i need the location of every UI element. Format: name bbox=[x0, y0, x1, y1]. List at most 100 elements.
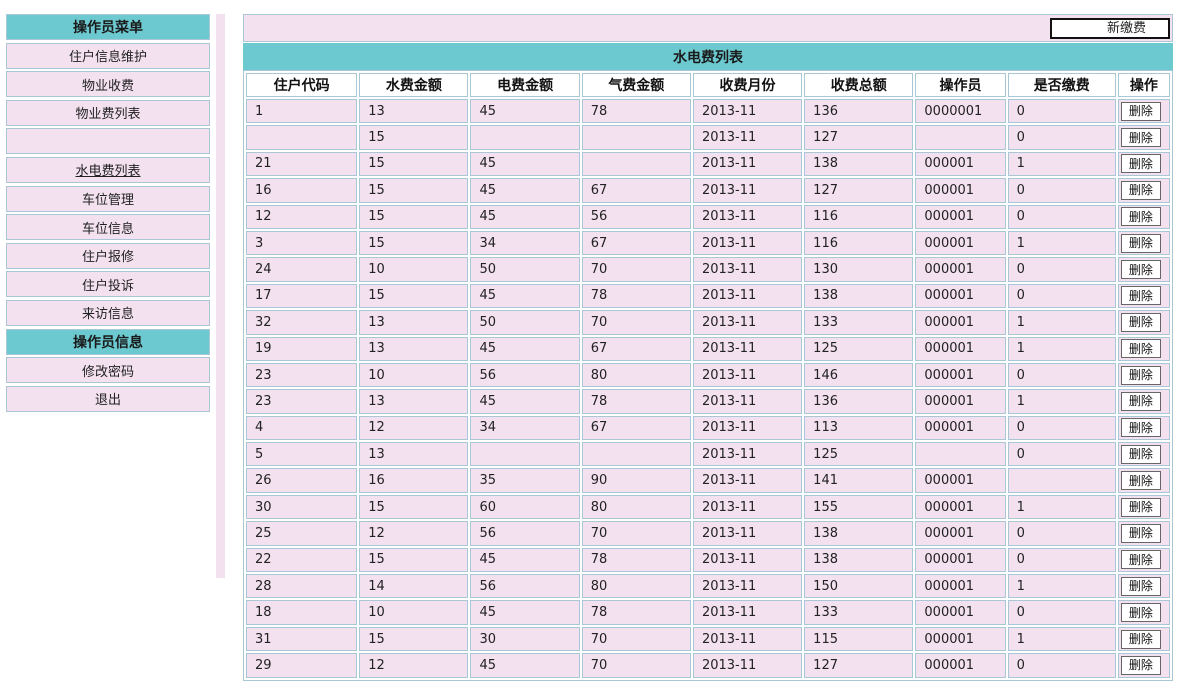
table-cell: 70 bbox=[581, 257, 691, 282]
sidebar-menu-item[interactable]: 物业收费 bbox=[6, 71, 210, 98]
column-header: 气费金额 bbox=[581, 73, 691, 97]
sidebar-menu-item[interactable] bbox=[6, 128, 210, 155]
sidebar-menu-item[interactable]: 车位信息 bbox=[6, 214, 210, 241]
delete-button[interactable]: 删除 bbox=[1120, 233, 1161, 253]
table-cell: 78 bbox=[581, 389, 691, 414]
table-cell bbox=[581, 151, 691, 177]
table-cell: 0 bbox=[1007, 125, 1116, 150]
new-payment-button[interactable]: 新缴费 bbox=[1050, 18, 1170, 39]
table-cell: 50 bbox=[470, 257, 580, 282]
table-cell: 2013-11 bbox=[692, 362, 803, 388]
delete-button[interactable]: 删除 bbox=[1120, 497, 1161, 517]
table-cell: 0 bbox=[1007, 547, 1116, 573]
table-cell: 2013-11 bbox=[692, 415, 803, 441]
sidebar-menu-item[interactable]: 物业费列表 bbox=[6, 99, 210, 126]
sidebar-menu-item[interactable]: 退出 bbox=[6, 385, 210, 412]
delete-button[interactable]: 删除 bbox=[1120, 418, 1161, 438]
table-cell: 13 bbox=[359, 310, 469, 335]
action-cell: 删除 bbox=[1117, 336, 1170, 361]
sidebar-menu-item[interactable]: 车位管理 bbox=[6, 185, 210, 212]
table-cell: 2013-11 bbox=[692, 336, 803, 361]
table-cell: 45 bbox=[470, 178, 580, 203]
sidebar-menu-item[interactable]: 住户信息维护 bbox=[6, 42, 210, 69]
sidebar-menu-item[interactable]: 住户报修 bbox=[6, 242, 210, 269]
delete-button[interactable]: 删除 bbox=[1120, 128, 1161, 148]
table-cell: 15 bbox=[359, 283, 469, 309]
table-row: 24 10 50 70 2013-11 130 000001 0 删除 bbox=[246, 257, 1170, 282]
table-cell: 000001 bbox=[915, 283, 1006, 309]
table-cell: 17 bbox=[246, 283, 358, 309]
delete-button[interactable]: 删除 bbox=[1120, 101, 1161, 121]
table-cell: 80 bbox=[581, 494, 691, 520]
table-cell: 15 bbox=[359, 626, 469, 652]
delete-button[interactable]: 删除 bbox=[1120, 629, 1161, 649]
table-cell: 45 bbox=[470, 283, 580, 309]
column-header: 水费金额 bbox=[359, 73, 469, 97]
table-cell: 000001 bbox=[915, 204, 1006, 229]
table-cell: 2013-11 bbox=[692, 178, 803, 203]
table-row: 30 15 60 80 2013-11 155 000001 1 删除 bbox=[246, 494, 1170, 520]
delete-button[interactable]: 删除 bbox=[1120, 471, 1161, 491]
table-cell: 1 bbox=[1007, 574, 1116, 599]
table-cell: 56 bbox=[470, 574, 580, 599]
delete-button[interactable]: 删除 bbox=[1120, 365, 1161, 385]
table-cell: 127 bbox=[804, 653, 914, 678]
table-cell: 2013-11 bbox=[692, 442, 803, 467]
table-cell: 0 bbox=[1007, 257, 1116, 282]
table-cell: 56 bbox=[470, 521, 580, 546]
delete-button[interactable]: 删除 bbox=[1120, 339, 1161, 359]
table-row: 16 15 45 67 2013-11 127 000001 0 删除 bbox=[246, 178, 1170, 203]
table-cell: 0 bbox=[1007, 442, 1116, 467]
table-row: 18 10 45 78 2013-11 133 000001 0 删除 bbox=[246, 600, 1170, 625]
table-cell: 0000001 bbox=[915, 99, 1006, 124]
delete-button[interactable]: 删除 bbox=[1120, 655, 1161, 675]
action-cell: 删除 bbox=[1117, 310, 1170, 335]
table-cell: 34 bbox=[470, 230, 580, 256]
table-row: 17 15 45 78 2013-11 138 000001 0 删除 bbox=[246, 283, 1170, 309]
action-cell: 删除 bbox=[1117, 494, 1170, 520]
table-cell: 1 bbox=[246, 99, 358, 124]
table-cell: 116 bbox=[804, 204, 914, 229]
table-cell: 1 bbox=[1007, 494, 1116, 520]
table-cell: 0 bbox=[1007, 600, 1116, 625]
delete-button[interactable]: 删除 bbox=[1120, 286, 1161, 306]
table-cell: 45 bbox=[470, 151, 580, 177]
delete-button[interactable]: 删除 bbox=[1120, 576, 1161, 596]
table-cell: 70 bbox=[581, 653, 691, 678]
table-row: 25 12 56 70 2013-11 138 000001 0 删除 bbox=[246, 521, 1170, 546]
delete-button[interactable]: 删除 bbox=[1120, 523, 1161, 543]
table-cell: 25 bbox=[246, 521, 358, 546]
table-cell: 0 bbox=[1007, 99, 1116, 124]
table-cell: 70 bbox=[581, 626, 691, 652]
table-cell: 0 bbox=[1007, 362, 1116, 388]
table-cell: 32 bbox=[246, 310, 358, 335]
table-cell: 78 bbox=[581, 600, 691, 625]
table-cell: 133 bbox=[804, 310, 914, 335]
delete-button[interactable]: 删除 bbox=[1120, 207, 1161, 227]
table-cell: 0 bbox=[1007, 204, 1116, 229]
table-header-row: 住户代码 水费金额 电费金额 气费金额 收费月份 收费总额 操作员 是否缴费 操作 bbox=[246, 73, 1170, 97]
table-cell: 138 bbox=[804, 151, 914, 177]
delete-button[interactable]: 删除 bbox=[1120, 550, 1161, 570]
delete-button[interactable]: 删除 bbox=[1120, 444, 1161, 464]
delete-button[interactable]: 删除 bbox=[1120, 603, 1161, 623]
sidebar-menu-item[interactable]: 来访信息 bbox=[6, 299, 210, 326]
sidebar-menu-item[interactable]: 修改密码 bbox=[6, 357, 210, 384]
table-row: 19 13 45 67 2013-11 125 000001 1 删除 bbox=[246, 336, 1170, 361]
delete-button[interactable]: 删除 bbox=[1120, 180, 1161, 200]
table-cell: 1 bbox=[1007, 389, 1116, 414]
delete-button[interactable]: 删除 bbox=[1120, 312, 1161, 332]
sidebar-menu-item[interactable]: 水电费列表 bbox=[6, 156, 210, 183]
table-cell bbox=[246, 125, 358, 150]
table-cell: 67 bbox=[581, 230, 691, 256]
table-cell: 12 bbox=[359, 415, 469, 441]
table-cell: 45 bbox=[470, 99, 580, 124]
sidebar-menu-item[interactable]: 住户投诉 bbox=[6, 271, 210, 298]
delete-button[interactable]: 删除 bbox=[1120, 154, 1161, 174]
delete-button[interactable]: 删除 bbox=[1120, 391, 1161, 411]
delete-button[interactable]: 删除 bbox=[1120, 260, 1161, 280]
table-cell: 2013-11 bbox=[692, 468, 803, 493]
action-cell: 删除 bbox=[1117, 204, 1170, 229]
column-header: 操作员 bbox=[915, 73, 1006, 97]
table-cell bbox=[470, 442, 580, 467]
